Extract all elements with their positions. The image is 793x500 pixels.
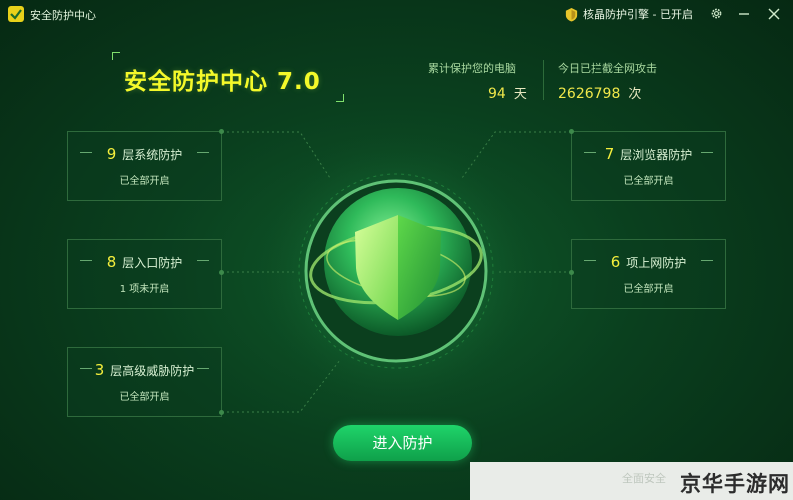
card-status: 1 项未开启: [119, 284, 170, 295]
card-number: 7: [604, 145, 615, 163]
connector-dot: [569, 270, 574, 275]
card-label: 层入口防护: [122, 256, 183, 270]
enter-protection-button[interactable]: 进入防护: [333, 425, 472, 461]
card-label: 层系统防护: [122, 148, 183, 162]
card-label: 层浏览器防护: [620, 148, 693, 162]
card-label: 项上网防护: [626, 256, 687, 270]
card-threat-protection[interactable]: 3 层高级威胁防护 已全部开启: [67, 347, 224, 417]
card-label: 层高级威胁防护: [110, 364, 195, 378]
connector-dot: [219, 129, 224, 134]
watermark-faint-text: 全面安全: [622, 472, 666, 485]
card-number: 3: [94, 361, 105, 379]
connector-dot: [569, 129, 574, 134]
card-status: 已全部开启: [623, 176, 674, 187]
connector-dot: [219, 270, 224, 275]
card-status: 已全部开启: [623, 284, 674, 295]
card-system-protection[interactable]: 9 层系统防护 已全部开启: [67, 129, 224, 201]
card-entry-protection[interactable]: 8 层入口防护 1 项未开启: [67, 239, 224, 309]
card-status: 已全部开启: [119, 176, 170, 187]
card-number: 9: [106, 145, 117, 163]
card-status: 已全部开启: [119, 392, 170, 403]
card-online-protection[interactable]: 6 项上网防护 已全部开启: [569, 239, 726, 309]
card-number: 6: [610, 253, 621, 271]
card-browser-protection[interactable]: 7 层浏览器防护 已全部开启: [569, 129, 726, 201]
card-number: 8: [106, 253, 117, 271]
watermark-text: 京华手游网: [680, 472, 790, 496]
connector-dot: [219, 410, 224, 415]
